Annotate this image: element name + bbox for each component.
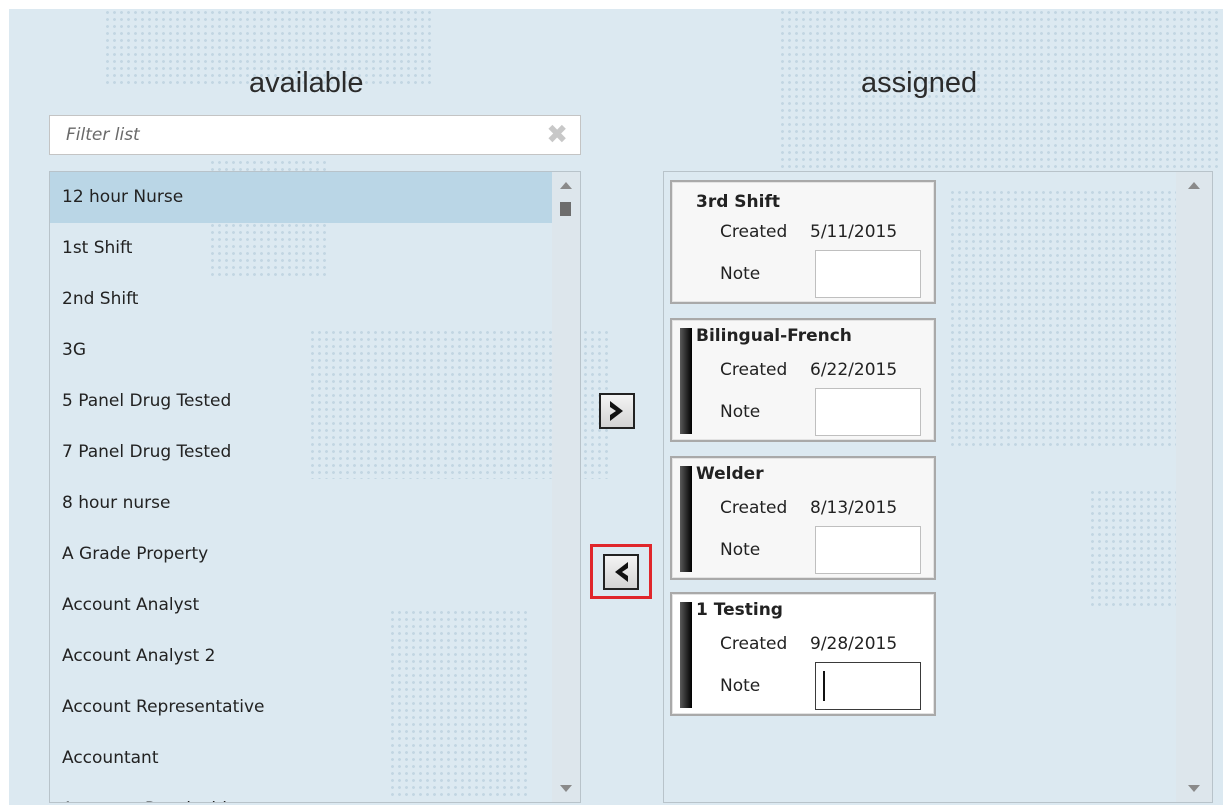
clear-filter-icon[interactable]: ✖ <box>546 122 568 148</box>
scroll-up-icon[interactable] <box>1188 182 1200 189</box>
app-frame: available assigned ✖ 12 hour Nurse 1st S… <box>9 9 1223 805</box>
card-title: Bilingual-French <box>696 326 852 346</box>
card-title: 1 Testing <box>696 600 783 620</box>
card-color-bar <box>680 602 692 708</box>
card-color-bar <box>680 466 692 572</box>
created-label: Created <box>720 360 788 380</box>
assigned-card[interactable]: Bilingual-French Created 6/22/2015 Note <box>670 318 936 442</box>
list-item[interactable]: 7 Panel Drug Tested <box>50 427 554 478</box>
note-label: Note <box>720 402 761 422</box>
filter-box: ✖ <box>49 115 581 155</box>
available-scrollbar[interactable] <box>552 172 580 802</box>
note-input[interactable] <box>815 388 921 436</box>
assigned-heading: assigned <box>861 67 978 99</box>
list-item[interactable]: 3G <box>50 325 554 376</box>
card-title: 3rd Shift <box>696 192 780 212</box>
created-label: Created <box>720 222 788 242</box>
available-list[interactable]: 12 hour Nurse 1st Shift 2nd Shift 3G 5 P… <box>49 171 581 803</box>
created-date: 9/28/2015 <box>810 634 898 654</box>
available-list-items: 12 hour Nurse 1st Shift 2nd Shift 3G 5 P… <box>50 172 580 802</box>
scroll-thumb[interactable] <box>560 202 571 216</box>
note-label: Note <box>720 540 761 560</box>
remove-from-assigned-button[interactable] <box>603 554 639 590</box>
filter-input[interactable] <box>50 116 530 154</box>
created-date: 6/22/2015 <box>810 360 898 380</box>
list-item[interactable]: 2nd Shift <box>50 274 554 325</box>
created-label: Created <box>720 498 788 518</box>
assigned-card[interactable]: 1 Testing Created 9/28/2015 Note <box>670 592 936 716</box>
card-color-bar <box>680 328 692 434</box>
scroll-up-icon[interactable] <box>560 182 572 189</box>
chevron-left-icon <box>615 562 628 582</box>
created-date: 5/11/2015 <box>810 222 898 242</box>
list-item[interactable]: Account Representative <box>50 682 554 733</box>
remove-button-highlight <box>590 544 652 599</box>
chevron-right-icon <box>610 401 623 421</box>
list-item[interactable]: 8 hour nurse <box>50 478 554 529</box>
assigned-card[interactable]: Welder Created 8/13/2015 Note <box>670 456 936 580</box>
scroll-down-icon[interactable] <box>560 785 572 792</box>
assigned-card[interactable]: 3rd Shift Created 5/11/2015 Note <box>670 180 936 304</box>
list-item[interactable]: Accounts Receivable <box>50 784 554 802</box>
note-label: Note <box>720 264 761 284</box>
list-item[interactable]: 5 Panel Drug Tested <box>50 376 554 427</box>
note-input[interactable] <box>815 662 921 710</box>
note-input[interactable] <box>815 526 921 574</box>
card-title: Welder <box>696 464 764 484</box>
text-caret <box>823 671 825 701</box>
scroll-down-icon[interactable] <box>1188 785 1200 792</box>
list-item[interactable]: Accountant <box>50 733 554 784</box>
created-date: 8/13/2015 <box>810 498 898 518</box>
list-item[interactable]: 12 hour Nurse <box>50 172 554 223</box>
note-input[interactable] <box>815 250 921 298</box>
add-to-assigned-button[interactable] <box>599 393 635 429</box>
list-item[interactable]: A Grade Property <box>50 529 554 580</box>
assigned-list[interactable]: 3rd Shift Created 5/11/2015 Note Bilingu… <box>663 171 1213 803</box>
list-item[interactable]: 1st Shift <box>50 223 554 274</box>
assigned-scrollbar[interactable] <box>1176 172 1212 802</box>
map-dots <box>779 9 1219 169</box>
list-item[interactable]: Account Analyst 2 <box>50 631 554 682</box>
available-heading: available <box>249 67 364 99</box>
list-item[interactable]: Account Analyst <box>50 580 554 631</box>
created-label: Created <box>720 634 788 654</box>
note-label: Note <box>720 676 761 696</box>
